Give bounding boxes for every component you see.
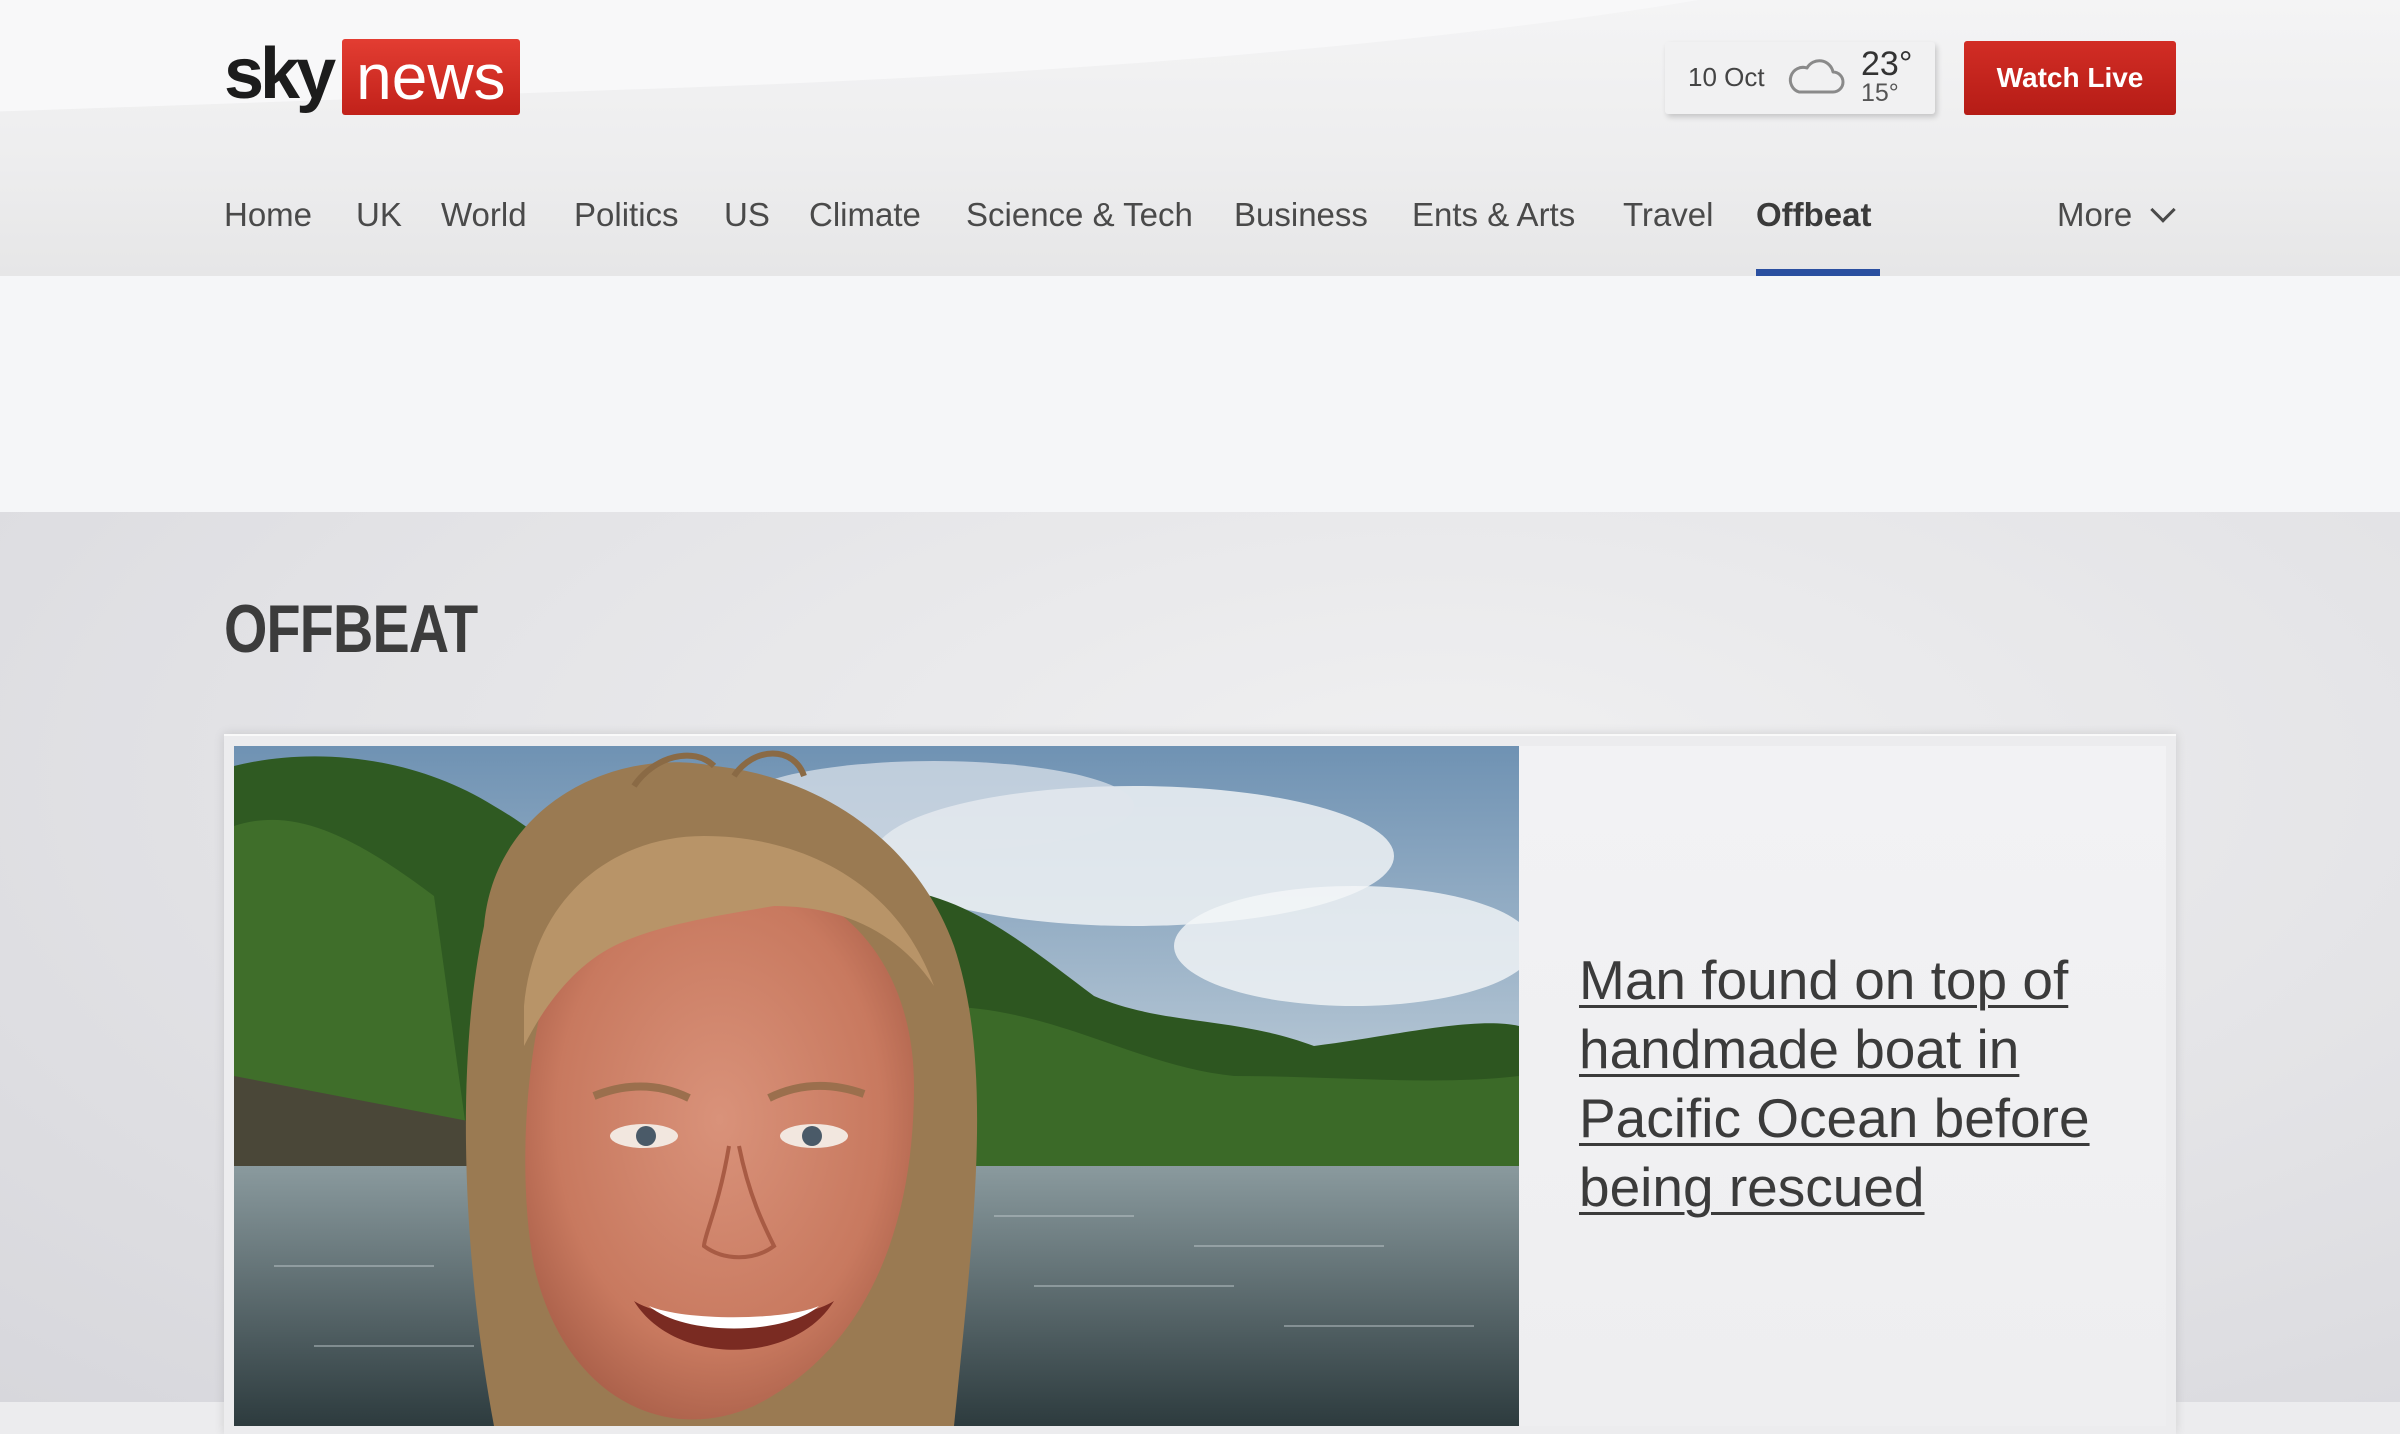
weather-widget[interactable]: 10 Oct 23° 15° (1665, 42, 1935, 114)
watch-live-button[interactable]: Watch Live (1964, 41, 2176, 115)
nav-item-politics[interactable]: Politics (574, 196, 679, 234)
nav-item-climate[interactable]: Climate (809, 196, 921, 234)
weather-date: 10 Oct (1688, 62, 1765, 92)
nav-more-label: More (2057, 196, 2133, 233)
main-content: OFFBEAT Man found on top of handmade boa… (0, 512, 2400, 1434)
featured-story-image[interactable] (234, 746, 1519, 1426)
weather-high-temp: 23° (1861, 45, 1913, 83)
nav-active-indicator (1756, 269, 1880, 276)
main-navigation: Home UK World Politics US Climate Scienc… (0, 180, 2400, 276)
nav-item-us[interactable]: US (724, 196, 770, 234)
nav-item-home[interactable]: Home (224, 196, 312, 234)
advert-placeholder (0, 276, 2400, 512)
chevron-down-icon (2150, 197, 2176, 223)
logo-news-text: news (342, 39, 520, 115)
nav-item-ents-arts[interactable]: Ents & Arts (1412, 196, 1575, 234)
nav-item-science-tech[interactable]: Science & Tech (966, 196, 1193, 234)
sky-news-logo[interactable]: sky news (224, 34, 520, 115)
nav-item-uk[interactable]: UK (356, 196, 402, 234)
logo-sky-text: sky (224, 34, 336, 114)
nav-more-menu[interactable]: More (2057, 196, 2176, 234)
photo-illustration (234, 746, 1519, 1426)
page-title: OFFBEAT (224, 591, 478, 667)
featured-story-headline[interactable]: Man found on top of handmade boat in Pac… (1579, 946, 2139, 1222)
cloud-icon (1788, 59, 1845, 94)
nav-item-business[interactable]: Business (1234, 196, 1368, 234)
nav-item-world[interactable]: World (441, 196, 527, 234)
nav-item-travel[interactable]: Travel (1623, 196, 1713, 234)
nav-item-offbeat[interactable]: Offbeat (1756, 196, 1872, 234)
weather-low-temp: 15° (1861, 79, 1899, 107)
featured-story-text-panel: Man found on top of handmade boat in Pac… (1519, 746, 2166, 1426)
site-header: sky news 10 Oct 23° 15° Watch Live Home … (0, 0, 2400, 276)
featured-story-card[interactable]: Man found on top of handmade boat in Pac… (224, 734, 2176, 1434)
